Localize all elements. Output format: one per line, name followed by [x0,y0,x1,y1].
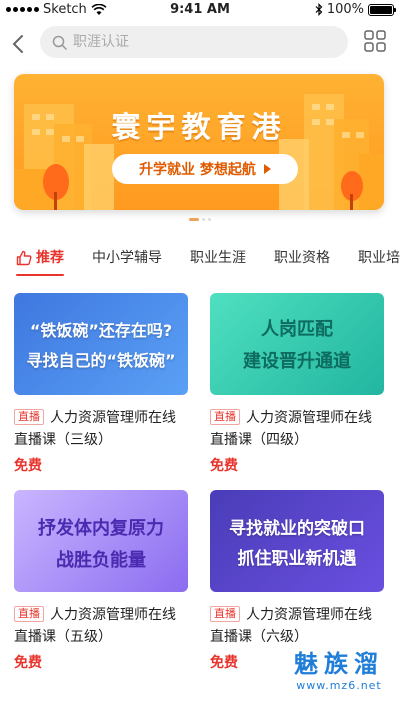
live-badge: 直播 [14,606,44,622]
course-price: 免费 [210,458,238,474]
banner-subtitle: 升学就业 梦想起航 [139,162,256,178]
thumb-line: 抓住职业新机遇 [237,549,357,569]
tab-career[interactable]: 职业生涯 [190,240,246,276]
grid-menu-icon[interactable] [364,30,386,52]
live-badge: 直播 [210,606,240,622]
thumbs-up-icon [16,250,32,266]
search-bar[interactable] [40,26,348,58]
battery-percent: 100% [326,2,364,17]
course-title: 直播 人力资源管理师在线直播课（四级） [210,407,384,451]
site-watermark: 魅族溜 www.mz6.net [294,644,384,692]
tab-recommend[interactable]: 推荐 [16,240,64,276]
thumb-line: 人岗匹配 [261,319,333,340]
page-dot [189,218,199,221]
banner-cta-button[interactable]: 升学就业 梦想起航 [112,154,298,184]
thumb-line: 寻找就业的突破口 [229,519,365,539]
thumb-line: 建设晋升通道 [243,351,351,372]
thumb-line: “铁饭碗”还存在吗? [29,321,173,340]
status-bar: Sketch 9:41 AM 100% [0,0,400,20]
tab-label: 推荐 [36,250,64,266]
course-thumbnail: 抒发体内复原力 战胜负能量 [14,490,188,592]
course-thumbnail: “铁饭碗”还存在吗? 寻找自己的“铁饭碗” [14,293,188,395]
status-right: 100% [315,2,396,17]
course-thumbnail: 寻找就业的突破口 抓住职业新机遇 [210,490,384,592]
thumb-line: 抒发体内复原力 [38,518,164,539]
promo-banner[interactable]: 寰宇教育港 升学就业 梦想起航 [14,74,384,210]
banner-page-indicator [0,218,400,221]
header [0,24,400,64]
back-button[interactable] [8,30,28,58]
page-dot [202,218,205,221]
live-badge: 直播 [210,409,240,425]
thumb-line: 战胜负能量 [56,550,146,571]
course-thumbnail: 人岗匹配 建设晋升通道 [210,293,384,395]
live-badge: 直播 [14,409,44,425]
battery-icon [368,3,396,16]
course-card[interactable]: 抒发体内复原力 战胜负能量 直播 人力资源管理师在线直播课（五级） 免费 [14,490,188,672]
page-dot [208,218,211,221]
course-price: 免费 [14,458,42,474]
search-input[interactable] [73,34,313,50]
course-card[interactable]: 人岗匹配 建设晋升通道 直播 人力资源管理师在线直播课（四级） 免费 [210,293,384,475]
course-title: 直播 人力资源管理师在线直播课（五级） [14,604,188,648]
course-title: 直播 人力资源管理师在线直播课（三级） [14,407,188,451]
watermark-cn: 魅族溜 [294,650,384,678]
chevron-left-icon [12,35,23,53]
watermark-en: www.mz6.net [296,679,382,692]
thumb-line: 寻找自己的“铁饭碗” [26,351,176,370]
bluetooth-icon [315,3,323,16]
tab-training[interactable]: 职业培 [358,240,400,276]
banner-title: 寰宇教育港 [111,110,287,144]
search-icon [52,35,67,50]
course-price: 免费 [14,655,42,671]
tab-qualification[interactable]: 职业资格 [274,240,330,276]
course-card[interactable]: “铁饭碗”还存在吗? 寻找自己的“铁饭碗” 直播 人力资源管理师在线直播课（三级）… [14,293,188,475]
course-title: 直播 人力资源管理师在线直播课（六级） [210,604,384,648]
tab-k12-tutoring[interactable]: 中小学辅导 [92,240,162,276]
play-icon [263,164,271,174]
category-tabs: 推荐 中小学辅导 职业生涯 职业资格 职业培 [0,238,400,278]
